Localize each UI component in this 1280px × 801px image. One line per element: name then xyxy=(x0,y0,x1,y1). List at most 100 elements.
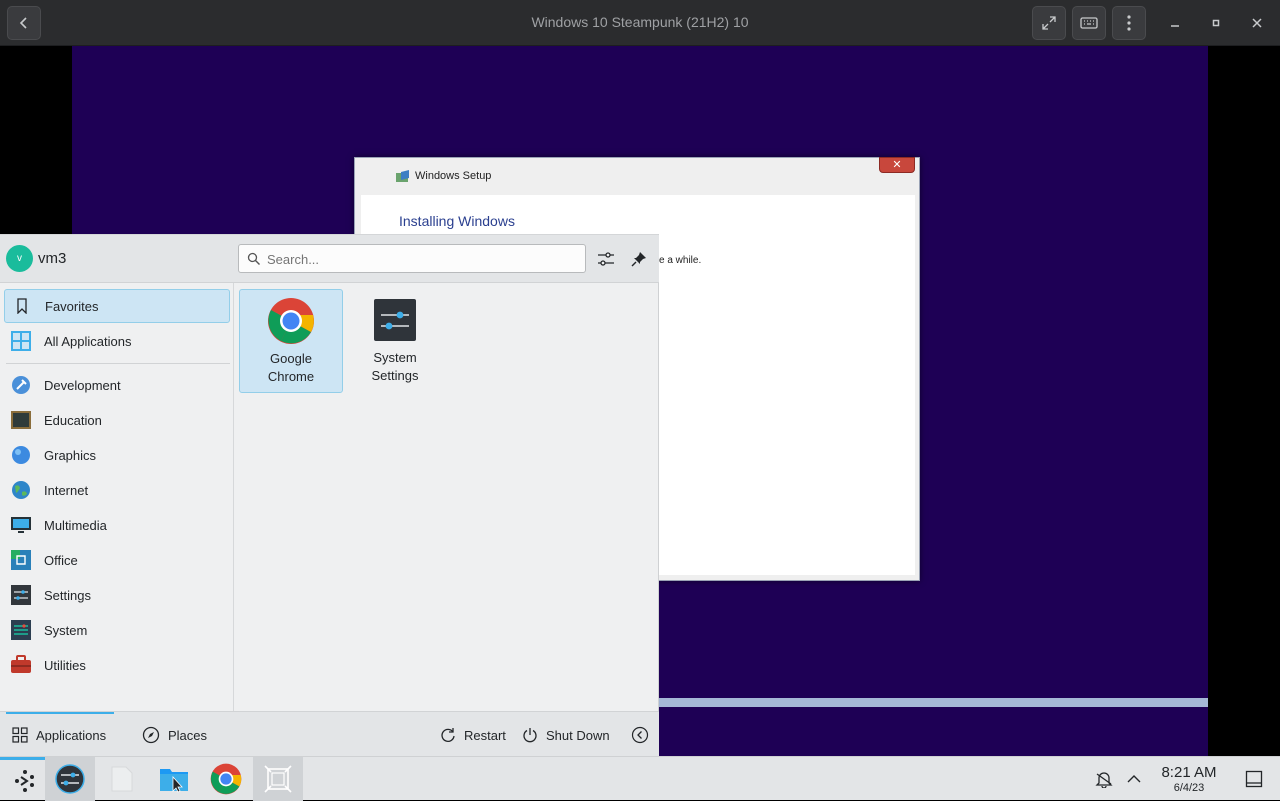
menu-button[interactable] xyxy=(1112,6,1146,40)
favorite-system-settings[interactable]: System Settings xyxy=(343,289,447,393)
taskbar-google-chrome[interactable] xyxy=(201,757,251,801)
category-all-applications[interactable]: All Applications xyxy=(4,324,230,358)
configure-button[interactable] xyxy=(594,247,618,271)
maximize-button[interactable] xyxy=(1199,6,1233,40)
category-label: Internet xyxy=(44,482,89,498)
show-desktop-icon xyxy=(1245,770,1263,788)
restart-label: Restart xyxy=(464,727,506,743)
category-label: Graphics xyxy=(44,447,97,463)
development-icon xyxy=(12,376,30,394)
tray-expand-button[interactable] xyxy=(1114,757,1154,801)
graphics-icon xyxy=(12,446,30,464)
keyboard-icon xyxy=(1080,17,1098,29)
category-label: All Applications xyxy=(44,333,132,349)
application-launcher: v vm3 Favorites All Applications Develop… xyxy=(0,234,659,757)
category-development[interactable]: Development xyxy=(4,368,230,402)
tab-applications[interactable]: Applications xyxy=(12,712,106,758)
leave-menu-button[interactable] xyxy=(631,712,649,758)
tile-label-line1: Google xyxy=(270,351,312,366)
taskbar: 8:21 AM 6/4/23 xyxy=(0,756,1280,801)
setup-icon xyxy=(396,170,409,182)
system-settings-icon xyxy=(374,299,416,341)
launcher-footer: Applications Places Restart Shut Down xyxy=(0,711,659,757)
sliders-icon xyxy=(598,252,614,266)
category-office[interactable]: Office xyxy=(4,543,230,577)
category-favorites[interactable]: Favorites xyxy=(4,289,230,323)
settings-icon xyxy=(11,585,31,605)
favorites-grid: Google Chrome System Settings xyxy=(235,283,659,711)
system-icon xyxy=(11,620,31,640)
category-label: Development xyxy=(44,377,121,393)
file-manager-icon xyxy=(160,769,188,793)
tab-places[interactable]: Places xyxy=(142,712,207,758)
digital-clock[interactable]: 8:21 AM 6/4/23 xyxy=(1152,765,1226,795)
keyboard-button[interactable] xyxy=(1072,6,1106,40)
restart-button[interactable]: Restart xyxy=(440,712,506,758)
kde-menu-icon xyxy=(15,769,34,792)
search-input[interactable] xyxy=(267,249,577,269)
shutdown-label: Shut Down xyxy=(546,727,610,743)
multimedia-icon xyxy=(11,517,31,533)
category-graphics[interactable]: Graphics xyxy=(4,438,230,472)
compass-icon xyxy=(142,726,160,744)
notification-bell-icon xyxy=(1095,772,1113,788)
divider xyxy=(6,363,230,364)
close-button[interactable] xyxy=(1240,6,1274,40)
virt-viewer-icon xyxy=(264,765,292,793)
tab-places-label: Places xyxy=(168,727,208,743)
pin-icon xyxy=(631,252,646,267)
kebab-menu-icon xyxy=(1127,15,1131,31)
category-label: Utilities xyxy=(44,657,86,673)
avatar[interactable]: v xyxy=(6,245,33,272)
power-icon xyxy=(523,728,537,743)
search-box[interactable] xyxy=(238,244,586,273)
application-launcher-button[interactable] xyxy=(0,757,50,801)
minimize-button[interactable] xyxy=(1158,6,1192,40)
office-icon xyxy=(11,550,31,570)
setup-title-row: Windows Setup xyxy=(395,169,491,183)
taskbar-files[interactable] xyxy=(97,757,147,801)
clock-date: 6/4/23 xyxy=(1173,782,1205,794)
shutdown-button[interactable]: Shut Down xyxy=(522,712,610,758)
chevron-left-icon xyxy=(631,726,649,744)
install-progress-bar xyxy=(656,698,1208,707)
tile-label-line2: Chrome xyxy=(267,369,315,384)
education-icon xyxy=(11,411,31,429)
bookmark-icon xyxy=(17,298,27,314)
setup-close-button[interactable]: ✕ xyxy=(879,157,915,173)
launcher-header: v vm3 xyxy=(0,235,659,283)
category-label: Office xyxy=(44,552,78,568)
category-multimedia[interactable]: Multimedia xyxy=(4,508,230,542)
category-internet[interactable]: Internet xyxy=(4,473,230,507)
globe-icon xyxy=(12,481,30,499)
category-education[interactable]: Education xyxy=(4,403,230,437)
clock-time: 8:21 AM xyxy=(1161,764,1217,781)
setup-title: Windows Setup xyxy=(415,170,492,182)
taskbar-file-manager[interactable] xyxy=(149,757,199,801)
show-desktop-button[interactable] xyxy=(1232,757,1276,801)
tile-label-line2: Settings xyxy=(371,368,419,383)
category-sidebar: Favorites All Applications Development E… xyxy=(0,283,234,711)
category-utilities[interactable]: Utilities xyxy=(4,648,230,682)
files-icon xyxy=(111,766,133,792)
category-label: Education xyxy=(44,412,102,428)
system-settings-icon xyxy=(55,764,85,794)
restart-icon xyxy=(441,728,455,742)
close-icon xyxy=(1252,18,1262,28)
applications-grid-icon xyxy=(12,727,28,743)
maximize-icon xyxy=(1212,19,1220,27)
tray-expand-icon xyxy=(1127,775,1141,783)
setup-status-text: e a while. xyxy=(659,255,702,266)
setup-heading: Installing Windows xyxy=(399,213,515,229)
taskbar-virt-viewer[interactable] xyxy=(253,757,303,801)
category-system[interactable]: System xyxy=(4,613,230,647)
category-settings[interactable]: Settings xyxy=(4,578,230,612)
fullscreen-button[interactable] xyxy=(1032,6,1066,40)
favorite-google-chrome[interactable]: Google Chrome xyxy=(239,289,343,393)
search-icon xyxy=(247,252,260,265)
toolbox-icon xyxy=(11,655,31,673)
pin-button[interactable] xyxy=(627,247,651,271)
grid-icon xyxy=(11,331,31,351)
username: vm3 xyxy=(38,250,67,267)
taskbar-system-settings[interactable] xyxy=(45,757,95,801)
